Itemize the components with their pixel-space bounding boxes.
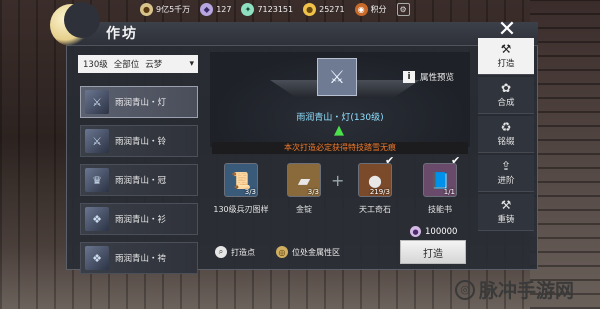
list-item[interactable]: ⚔ 雨润青山・灯: [80, 86, 198, 118]
material-label: 金锭: [296, 205, 312, 214]
list-item-label: 雨润青山・衫: [115, 215, 167, 225]
workshop-tabs: ⚒ 打造 ✿ 合成 ♻ 铭缀 ⇪ 进阶 ⚒ 重铸: [478, 38, 534, 233]
ore-stone-icon: ●: [368, 170, 382, 190]
target-item-slot[interactable]: ⚔: [317, 58, 357, 96]
material-slot[interactable]: 📘 1/1: [423, 163, 457, 197]
tab-label: 打造: [497, 59, 515, 69]
attribute-preview-label: 属性预览: [420, 73, 455, 83]
score-icon: ●: [140, 2, 153, 16]
combine-icon: ✿: [500, 81, 512, 95]
craft-cost: ● 100000: [410, 226, 457, 237]
hammer-icon: ⚒: [500, 42, 512, 56]
jade-icon: ✦: [241, 2, 255, 16]
bonus-attribute-link[interactable]: ◎ 位处金属性区: [276, 246, 340, 258]
resource-value: 25271: [319, 4, 345, 14]
tab-craft[interactable]: ⚒ 打造: [478, 38, 534, 75]
list-item[interactable]: ❖ 雨润青山・衫: [80, 203, 198, 235]
tab-combine[interactable]: ✿ 合成: [478, 77, 534, 114]
bell-thumbnail-icon: ⚔: [85, 129, 109, 153]
points-icon: ◉: [354, 2, 368, 16]
robe-thumbnail-icon: ❖: [85, 207, 109, 231]
bonus-attribute-label: 位处金属性区: [292, 247, 340, 257]
list-item[interactable]: ⚔ 雨润青山・铃: [80, 125, 198, 157]
material-count: 3/3: [244, 188, 256, 196]
material-count: 219/3: [369, 188, 390, 196]
coin-icon: ●: [303, 2, 317, 16]
trousers-thumbnail-icon: ❖: [85, 246, 109, 270]
tab-advance[interactable]: ⇪ 进阶: [478, 155, 534, 192]
moon-shadow: [64, 2, 100, 38]
resource-value: 7123151: [257, 4, 294, 14]
advance-icon: ⇪: [500, 159, 512, 173]
resource-points[interactable]: ◉ 积分: [354, 2, 387, 16]
tab-label: 合成: [497, 98, 515, 108]
tab-label: 进阶: [497, 176, 515, 186]
filter-set: 云梦: [145, 60, 163, 70]
resource-value: 9亿5千万: [156, 4, 191, 14]
material-label: 技能书: [428, 205, 452, 214]
lantern-thumbnail-icon: ⚔: [85, 90, 109, 114]
gold-ingot-icon: ▰: [297, 170, 311, 190]
gem-icon: ◆: [200, 2, 214, 16]
blueprint-icon: 📜: [231, 170, 251, 190]
tab-label: 重铸: [497, 215, 515, 225]
craft-item-name: 雨润青山・灯(130级): [296, 113, 384, 123]
recycle-icon: ♻: [500, 120, 512, 134]
watermark: ◎ 脉冲手游网: [455, 276, 574, 303]
material-count: 3/3: [307, 188, 319, 196]
resource-jade: ✦ 7123151: [241, 2, 294, 16]
material-slot[interactable]: ● 219/3: [358, 163, 392, 197]
watermark-text: 脉冲手游网: [479, 280, 575, 302]
material-slot[interactable]: 📜 3/3: [224, 163, 258, 197]
material-label: 天工奇石: [359, 205, 391, 214]
chevron-down-icon: ▾: [189, 59, 194, 69]
resource-value: 积分: [370, 4, 387, 14]
resource-bar: ● 9亿5千万 ◆ 127 ✦ 7123151 ● 25271 ◉ 积分 ⚙: [140, 1, 410, 17]
craft-button[interactable]: 打造: [400, 240, 466, 264]
material-label: 130级兵刃图样: [213, 205, 269, 214]
craft-cost-value: 100000: [425, 226, 458, 237]
equipment-list: ⚔ 雨润青山・灯 ⚔ 雨润青山・铃 ♛ 雨润青山・冠 ❖ 雨润青山・衫 ❖ 雨润…: [80, 86, 198, 281]
page-title: 作坊: [106, 26, 138, 42]
resource-gem: ◆ 127: [200, 2, 232, 16]
crown-thumbnail-icon: ♛: [85, 168, 109, 192]
currency-icon: ●: [410, 226, 421, 237]
filter-dropdown[interactable]: 130级 全部位 云梦 ▾: [78, 55, 198, 73]
weapon-icon: ⚔: [328, 66, 346, 88]
tab-inscribe[interactable]: ♻ 铭缀: [478, 116, 534, 153]
attribute-preview-button[interactable]: i 属性预览: [403, 70, 454, 84]
craft-points-link[interactable]: ⌕ 打造点: [215, 246, 255, 258]
reforge-hammer-icon: ⚒: [500, 198, 512, 212]
material-count: 1/1: [443, 188, 455, 196]
list-item-label: 雨润青山・灯: [115, 98, 167, 108]
material-slot[interactable]: ▰ 3/3: [287, 163, 321, 197]
list-item[interactable]: ♛ 雨润青山・冠: [80, 164, 198, 196]
craft-notice: 本次打造必定获得特技踏雪无痕: [212, 142, 468, 154]
tab-reforge[interactable]: ⚒ 重铸: [478, 194, 534, 231]
arrow-up-icon: ▲: [334, 123, 344, 138]
filter-slot: 全部位: [113, 60, 140, 70]
watermark-logo-icon: ◎: [455, 279, 475, 300]
background-building: [530, 0, 600, 309]
resource-score: ● 9亿5千万: [140, 2, 191, 16]
resource-coin: ● 25271: [303, 2, 345, 16]
list-item-label: 雨润青山・袴: [115, 254, 167, 264]
plus-icon: +: [331, 171, 345, 190]
skill-book-icon: 📘: [430, 170, 450, 190]
list-item-label: 雨润青山・铃: [115, 137, 167, 147]
filter-level: 130级: [83, 60, 108, 70]
info-icon: i: [403, 71, 415, 83]
settings-icon[interactable]: ⚙: [396, 2, 410, 16]
craft-points-label: 打造点: [231, 247, 255, 257]
list-item-label: 雨润青山・冠: [115, 176, 167, 186]
check-icon: ✔: [385, 154, 395, 167]
list-item[interactable]: ❖ 雨润青山・袴: [80, 242, 198, 274]
tab-label: 铭缀: [497, 137, 515, 147]
check-icon: ✔: [451, 154, 461, 167]
search-icon: ⌕: [215, 246, 227, 258]
coin-icon: ◎: [276, 246, 288, 258]
resource-value: 127: [216, 4, 232, 14]
